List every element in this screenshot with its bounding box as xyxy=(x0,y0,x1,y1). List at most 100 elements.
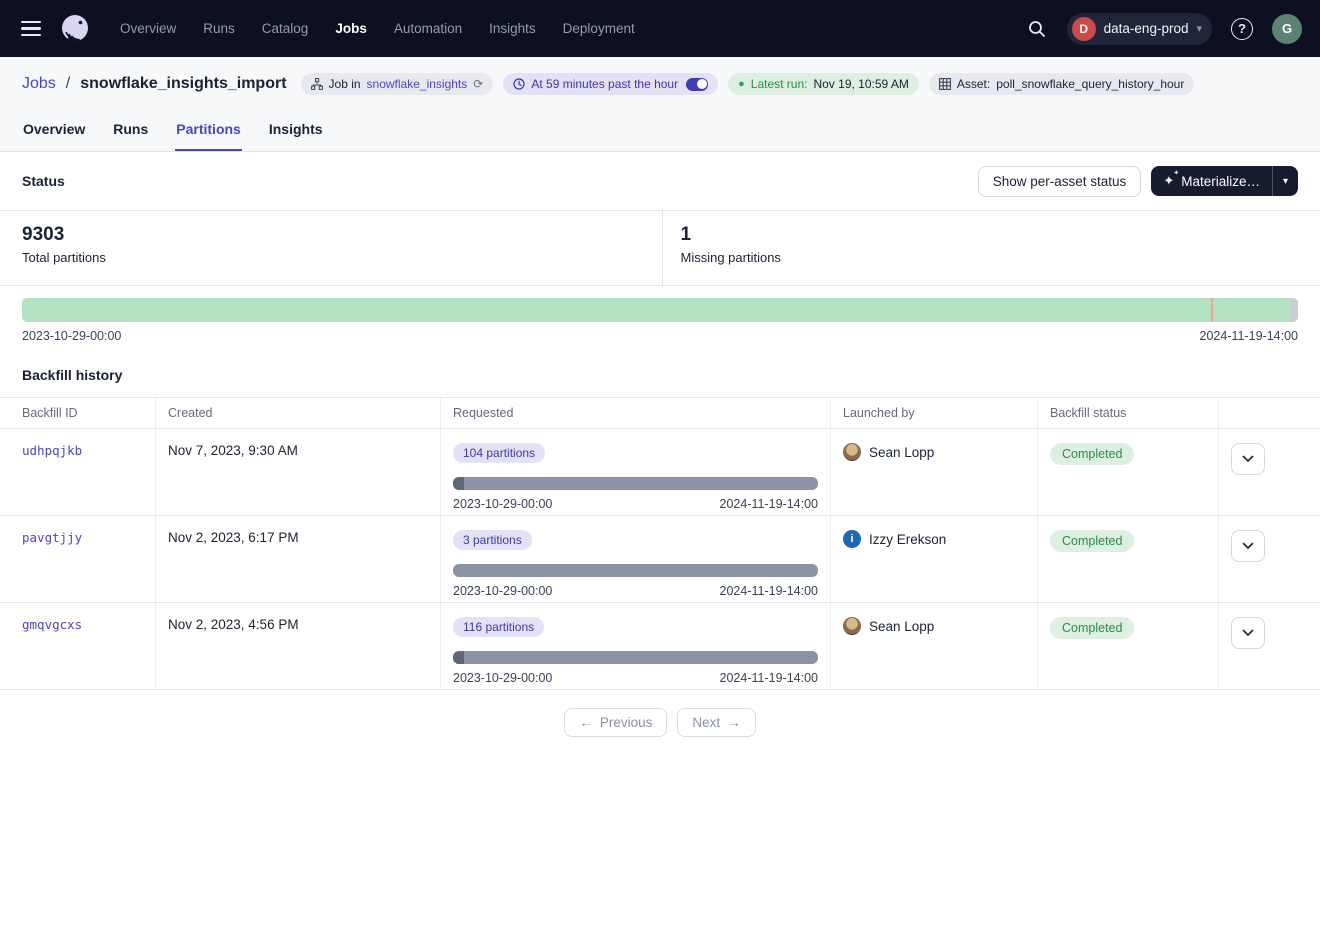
partition-health-bar[interactable] xyxy=(22,298,1298,322)
arrow-right-icon: → xyxy=(727,715,741,730)
dagster-logo-icon[interactable] xyxy=(56,10,94,48)
user-avatar[interactable]: G xyxy=(1272,14,1302,44)
asset-name: poll_snowflake_query_history_hour xyxy=(996,77,1184,91)
status-badge: Completed xyxy=(1050,530,1134,552)
col-actions xyxy=(1218,398,1320,428)
status-badge: Completed xyxy=(1050,443,1134,465)
table-row: udhpqjkb Nov 7, 2023, 9:30 AM 104 partit… xyxy=(0,429,1320,516)
col-launched-by: Launched by xyxy=(830,398,1037,428)
total-partitions-label: Total partitions xyxy=(22,250,640,265)
range-end: 2024-11-19-14:00 xyxy=(720,584,818,598)
col-created: Created xyxy=(155,398,440,428)
next-page-button[interactable]: Next → xyxy=(677,708,755,737)
search-icon[interactable] xyxy=(1021,13,1053,45)
range-end: 2024-11-19-14:00 xyxy=(720,497,818,511)
top-nav: Overview Runs Catalog Jobs Automation In… xyxy=(0,0,1320,57)
show-per-asset-status-button[interactable]: Show per-asset status xyxy=(978,166,1142,197)
nav-item-runs[interactable]: Runs xyxy=(203,21,235,36)
nav-item-insights[interactable]: Insights xyxy=(489,21,536,36)
range-end: 2024-11-19-14:00 xyxy=(720,671,818,685)
nav-item-catalog[interactable]: Catalog xyxy=(262,21,309,36)
range-start: 2023-10-29-00:00 xyxy=(453,584,552,598)
partition-range-start: 2023-10-29-00:00 xyxy=(22,329,121,343)
backfill-id-link[interactable]: pavgtjjy xyxy=(22,530,82,545)
total-partitions-stat: 9303 Total partitions xyxy=(0,211,662,285)
range-start: 2023-10-29-00:00 xyxy=(453,671,552,685)
nav-item-jobs[interactable]: Jobs xyxy=(335,21,367,36)
page-tabs: Overview Runs Partitions Insights xyxy=(0,113,1320,151)
chevron-down-icon: ▾ xyxy=(1283,176,1288,187)
breadcrumb-jobs-link[interactable]: Jobs xyxy=(22,75,56,93)
sparkle-icon: ✦✦ xyxy=(1163,173,1174,189)
partition-stats: 9303 Total partitions 1 Missing partitio… xyxy=(0,210,1320,286)
schedule-toggle[interactable] xyxy=(686,78,708,91)
tab-partitions[interactable]: Partitions xyxy=(175,113,242,151)
status-badge: Completed xyxy=(1050,617,1134,639)
nav-item-deployment[interactable]: Deployment xyxy=(563,21,635,36)
materialize-button[interactable]: ✦✦ Materialize… xyxy=(1151,166,1272,196)
missing-partitions-label: Missing partitions xyxy=(681,250,1299,265)
job-location-link[interactable]: snowflake_insights xyxy=(367,77,468,91)
launched-by-cell: Sean Lopp xyxy=(843,617,1025,635)
previous-page-button[interactable]: ← Previous xyxy=(564,708,667,737)
chevron-down-icon xyxy=(1242,455,1254,463)
status-toolbar: Status Show per-asset status ✦✦ Material… xyxy=(0,152,1320,210)
range-start: 2023-10-29-00:00 xyxy=(453,497,552,511)
latest-run-time: Nov 19, 10:59 AM xyxy=(813,77,908,91)
breadcrumb-separator: / xyxy=(66,75,70,93)
created-cell: Nov 7, 2023, 9:30 AM xyxy=(155,429,440,515)
job-graph-icon xyxy=(311,78,323,90)
help-icon[interactable]: ? xyxy=(1226,13,1258,45)
table-row: gmqvgcxs Nov 2, 2023, 4:56 PM 116 partit… xyxy=(0,603,1320,690)
table-row: pavgtjjy Nov 2, 2023, 6:17 PM 3 partitio… xyxy=(0,516,1320,603)
run-status-dot-icon: ● xyxy=(738,78,745,90)
requested-range-bar xyxy=(453,477,818,490)
deployment-switcher[interactable]: D data-eng-prod ▾ xyxy=(1067,13,1212,45)
missing-partitions-value: 1 xyxy=(681,224,1299,246)
total-partitions-value: 9303 xyxy=(22,224,640,246)
schedule-badge: At 59 minutes past the hour xyxy=(503,73,718,95)
app-window: Overview Runs Catalog Jobs Automation In… xyxy=(0,0,1320,939)
requested-cell: 104 partitions 2023-10-29-00:00 2024-11-… xyxy=(440,429,830,515)
tab-insights[interactable]: Insights xyxy=(268,113,324,151)
chevron-down-icon xyxy=(1242,542,1254,550)
missing-partition-segment xyxy=(1290,298,1298,322)
requested-cell: 116 partitions 2023-10-29-00:00 2024-11-… xyxy=(440,603,830,689)
nav-item-automation[interactable]: Automation xyxy=(394,21,462,36)
backfill-table-header: Backfill ID Created Requested Launched b… xyxy=(0,397,1320,429)
asset-badge: Asset: poll_snowflake_query_history_hour xyxy=(929,73,1194,95)
missing-partitions-stat: 1 Missing partitions xyxy=(662,211,1320,285)
tab-runs[interactable]: Runs xyxy=(112,113,149,151)
launched-by-cell: Sean Lopp xyxy=(843,443,1025,461)
hamburger-menu-icon[interactable] xyxy=(16,14,46,44)
backfill-id-link[interactable]: gmqvgcxs xyxy=(22,617,82,632)
latest-run-badge: ● Latest run: Nov 19, 10:59 AM xyxy=(728,73,919,95)
requested-cell: 3 partitions 2023-10-29-00:00 2024-11-19… xyxy=(440,516,830,602)
chevron-down-icon: ▾ xyxy=(1196,22,1202,35)
col-backfill-id: Backfill ID xyxy=(0,398,155,428)
user-photo-avatar xyxy=(843,443,861,461)
clock-icon xyxy=(513,78,525,90)
materialize-dropdown-button[interactable]: ▾ xyxy=(1272,166,1298,196)
row-menu-button[interactable] xyxy=(1231,530,1265,562)
nav-item-overview[interactable]: Overview xyxy=(120,21,176,36)
deployment-avatar: D xyxy=(1072,17,1096,41)
requested-range-bar xyxy=(453,564,818,577)
row-menu-button[interactable] xyxy=(1231,617,1265,649)
reload-icon[interactable]: ⟳ xyxy=(473,77,483,91)
tab-overview[interactable]: Overview xyxy=(22,113,86,151)
backfill-history-heading: Backfill history xyxy=(0,343,1320,397)
chevron-down-icon xyxy=(1242,629,1254,637)
row-menu-button[interactable] xyxy=(1231,443,1265,475)
backfill-id-link[interactable]: udhpqjkb xyxy=(22,443,82,458)
partition-count-badge: 116 partitions xyxy=(453,617,544,637)
user-photo-avatar xyxy=(843,617,861,635)
status-heading: Status xyxy=(22,173,65,189)
arrow-left-icon: ← xyxy=(579,715,593,730)
job-location-badge: Job in snowflake_insights ⟳ xyxy=(301,73,494,95)
col-requested: Requested xyxy=(440,398,830,428)
created-cell: Nov 2, 2023, 6:17 PM xyxy=(155,516,440,602)
partition-marker-line xyxy=(1211,298,1213,322)
page-header: Jobs / snowflake_insights_import Job in … xyxy=(0,57,1320,152)
partition-health-section: 2023-10-29-00:00 2024-11-19-14:00 xyxy=(0,286,1320,343)
